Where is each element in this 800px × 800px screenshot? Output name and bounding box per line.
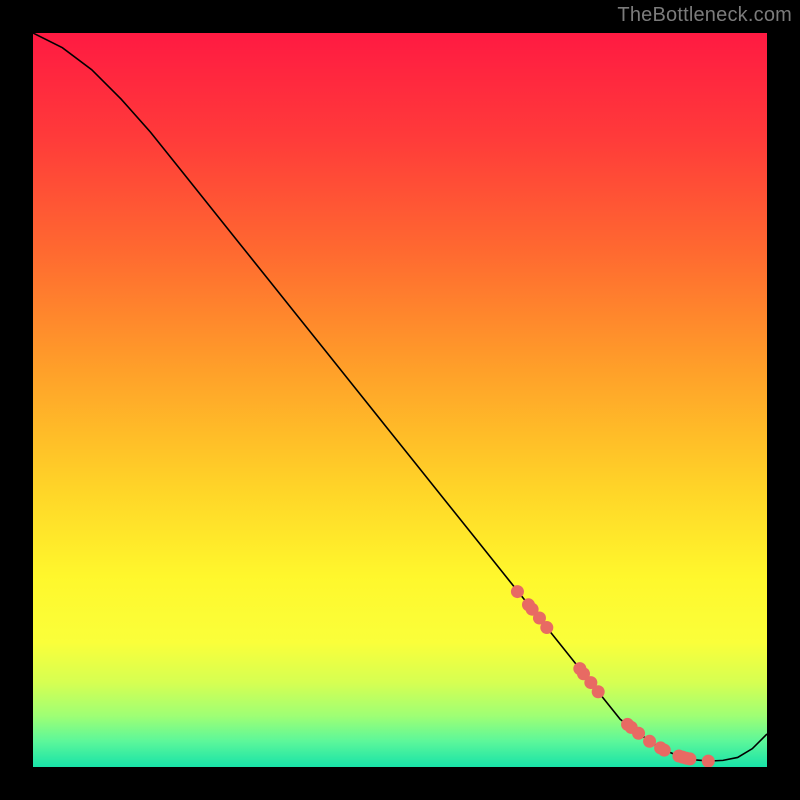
chart-background [33,33,767,767]
chart-stage: TheBottleneck.com [0,0,800,800]
marker-point [511,585,524,598]
marker-point [683,752,696,765]
chart-svg [33,33,767,767]
marker-point [632,727,645,740]
chart-plot [33,33,767,767]
marker-point [643,735,656,748]
watermark-text: TheBottleneck.com [617,4,792,27]
marker-point [540,621,553,634]
marker-point [592,685,605,698]
marker-point [658,744,671,757]
